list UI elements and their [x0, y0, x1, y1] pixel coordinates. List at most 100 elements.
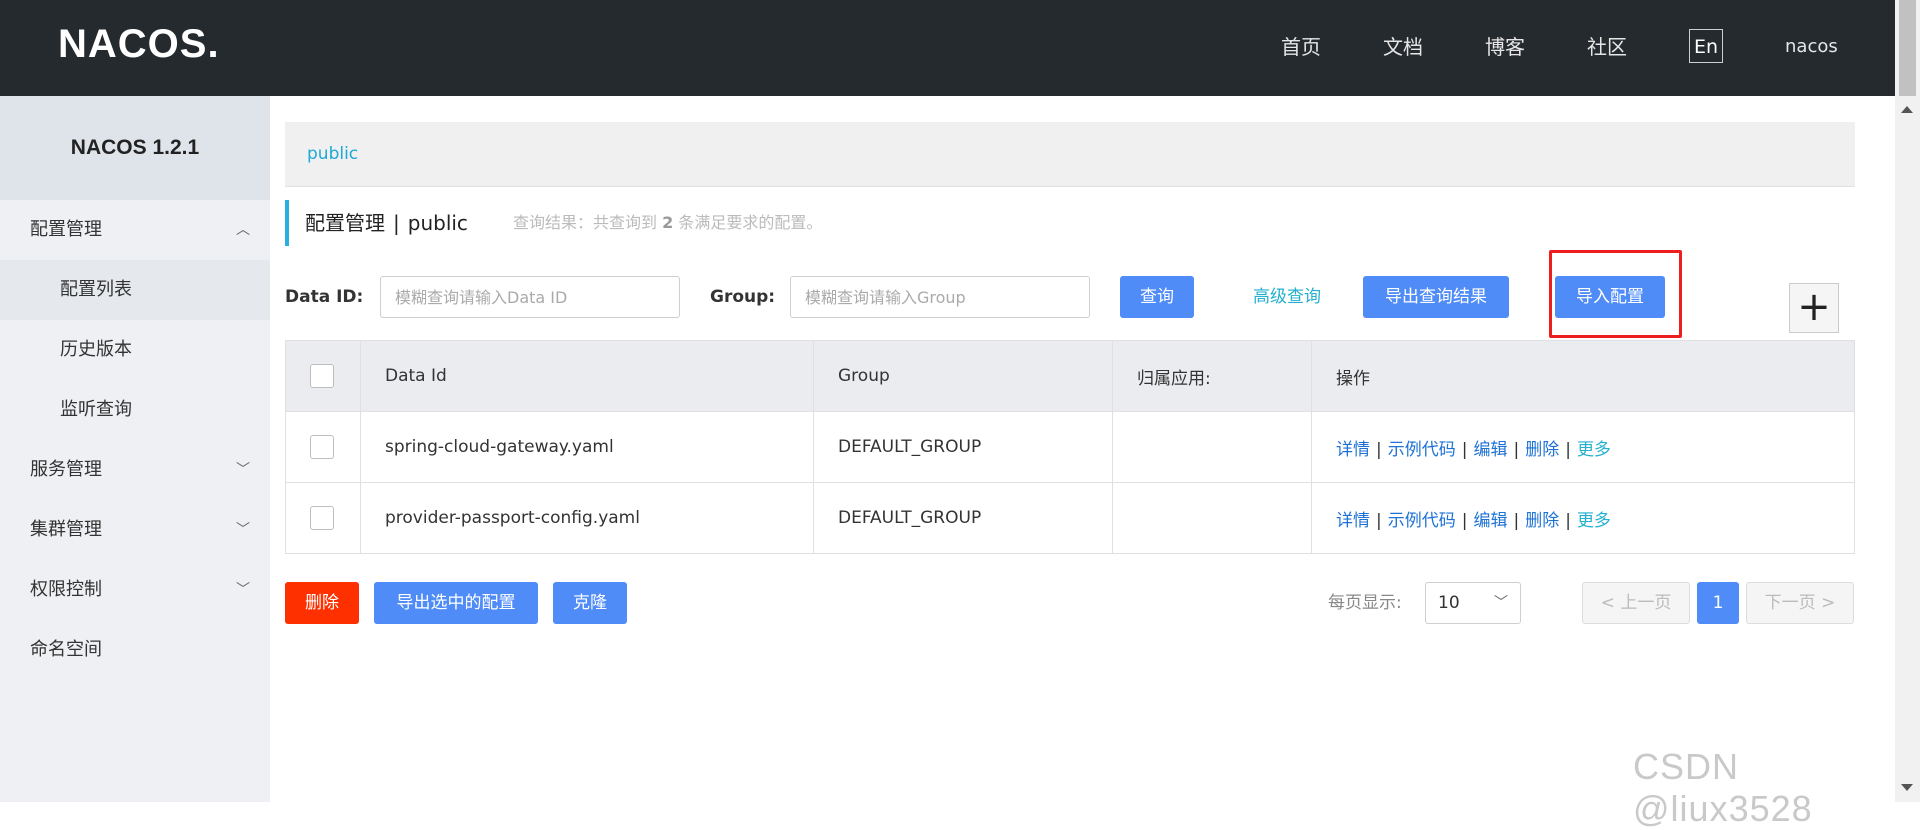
- menu-item-listener-query[interactable]: 监听查询: [0, 380, 270, 440]
- cell-app: [1112, 482, 1312, 554]
- header-checkbox-cell: [285, 340, 361, 412]
- op-separator: |: [1513, 439, 1520, 460]
- cell-operations: 详情 | 示例代码 | 编辑 | 删除 | 更多: [1311, 411, 1855, 483]
- chevron-down-icon: ﹀: [236, 462, 250, 478]
- op-delete-link[interactable]: 删除: [1525, 440, 1559, 460]
- namespace-bar: public: [285, 122, 1855, 187]
- chevron-down-icon: ﹀: [236, 522, 250, 538]
- menu-item-history[interactable]: 历史版本: [0, 320, 270, 380]
- chevron-left-icon: <: [1600, 593, 1615, 613]
- menu-group-label: 命名空间: [30, 639, 102, 660]
- column-header-app: 归属应用:: [1112, 340, 1312, 412]
- page-header: 配置管理 | public 查询结果：共查询到 2 条满足要求的配置。: [285, 200, 1589, 246]
- chevron-down-icon: ﹀: [1494, 595, 1508, 611]
- chevron-down-icon: ﹀: [236, 582, 250, 598]
- result-prefix: 查询结果：共查询到: [513, 213, 658, 232]
- page-size-label: 每页显示:: [1328, 593, 1402, 613]
- column-header-dataid: Data Id: [360, 340, 814, 412]
- menu-group-label: 服务管理: [30, 459, 102, 480]
- delete-selected-button[interactable]: 删除: [285, 582, 359, 624]
- sidebar-title: NACOS 1.2.1: [0, 96, 270, 200]
- row-checkbox[interactable]: [310, 506, 334, 530]
- op-separator: |: [1461, 439, 1468, 460]
- select-all-checkbox[interactable]: [310, 364, 334, 388]
- cell-app: [1112, 411, 1312, 483]
- scrollbar-thumb[interactable]: [1899, 0, 1916, 96]
- menu-group-access-control[interactable]: 权限控制 ﹀: [0, 560, 270, 620]
- nav-docs[interactable]: 文档: [1383, 30, 1423, 64]
- op-separator: |: [1513, 510, 1520, 531]
- menu-group-config-management[interactable]: 配置管理 ︿: [0, 200, 270, 260]
- menu-group-label: 权限控制: [30, 579, 102, 600]
- current-page-button[interactable]: 1: [1697, 582, 1739, 624]
- op-sample-code-link[interactable]: 示例代码: [1388, 511, 1456, 531]
- import-button-highlight: [1549, 250, 1682, 338]
- row-checkbox-cell: [285, 482, 361, 554]
- next-page-label: 下一页: [1764, 593, 1816, 613]
- user-name[interactable]: nacos: [1785, 30, 1838, 64]
- nav-home[interactable]: 首页: [1281, 30, 1321, 64]
- cell-group: DEFAULT_GROUP: [813, 411, 1113, 483]
- menu-group-label: 集群管理: [30, 519, 102, 540]
- menu-group-label: 配置管理: [30, 219, 102, 240]
- csdn-watermark: CSDN @liux3528: [1633, 746, 1813, 829]
- add-config-button[interactable]: +: [1789, 283, 1839, 333]
- language-toggle-button[interactable]: En: [1689, 29, 1723, 63]
- group-label: Group:: [710, 287, 776, 307]
- chevron-right-icon: >: [1821, 593, 1836, 613]
- title-separator: |: [393, 211, 400, 235]
- op-separator: |: [1461, 510, 1468, 531]
- next-page-button[interactable]: 下一页 >: [1746, 582, 1854, 624]
- nacos-logo[interactable]: NACOS.: [58, 22, 220, 66]
- column-header-group: Group: [813, 340, 1113, 412]
- window-scrollbar[interactable]: [1895, 0, 1920, 802]
- top-navbar: NACOS. 首页 文档 博客 社区 En nacos: [0, 0, 1895, 96]
- chevron-up-icon: ︿: [236, 222, 250, 238]
- op-separator: |: [1376, 439, 1382, 460]
- prev-page-label: 上一页: [1620, 593, 1672, 613]
- query-button[interactable]: 查询: [1120, 276, 1194, 318]
- export-selected-button[interactable]: 导出选中的配置: [374, 582, 538, 624]
- menu-item-config-list[interactable]: 配置列表: [0, 260, 270, 320]
- menu-group-cluster-management[interactable]: 集群管理 ﹀: [0, 500, 270, 560]
- page-size-value: 10: [1438, 593, 1460, 613]
- dataid-search-input[interactable]: [380, 276, 680, 318]
- dataid-label: Data ID:: [285, 287, 364, 307]
- cell-operations: 详情 | 示例代码 | 编辑 | 删除 | 更多: [1311, 482, 1855, 554]
- nav-community[interactable]: 社区: [1587, 30, 1627, 64]
- page-title: 配置管理 | public: [305, 200, 468, 246]
- prev-page-button[interactable]: < 上一页: [1582, 582, 1690, 624]
- result-count: 2: [662, 213, 674, 232]
- menu-item-namespace[interactable]: 命名空间: [0, 620, 270, 680]
- op-sample-code-link[interactable]: 示例代码: [1388, 440, 1456, 460]
- page-size-select[interactable]: 10 ﹀: [1425, 582, 1521, 624]
- export-query-result-button[interactable]: 导出查询结果: [1363, 276, 1509, 318]
- menu-group-service-management[interactable]: 服务管理 ﹀: [0, 440, 270, 500]
- cell-dataid: spring-cloud-gateway.yaml: [360, 411, 814, 483]
- scroll-up-arrow-icon[interactable]: [1901, 106, 1913, 113]
- group-search-input[interactable]: [790, 276, 1090, 318]
- row-checkbox-cell: [285, 411, 361, 483]
- result-suffix: 条满足要求的配置。: [678, 213, 823, 232]
- op-separator: |: [1376, 510, 1382, 531]
- table-row: spring-cloud-gateway.yaml DEFAULT_GROUP …: [285, 411, 1855, 483]
- op-detail-link[interactable]: 详情: [1336, 511, 1370, 531]
- op-separator: |: [1565, 510, 1571, 531]
- op-more-link[interactable]: 更多: [1577, 440, 1611, 460]
- cell-dataid: provider-passport-config.yaml: [360, 482, 814, 554]
- op-separator: |: [1565, 439, 1571, 460]
- page-title-text: 配置管理: [305, 211, 385, 235]
- op-delete-link[interactable]: 删除: [1525, 511, 1559, 531]
- row-checkbox[interactable]: [310, 435, 334, 459]
- op-edit-link[interactable]: 编辑: [1473, 440, 1507, 460]
- column-header-operations: 操作: [1311, 340, 1855, 412]
- op-edit-link[interactable]: 编辑: [1473, 511, 1507, 531]
- op-detail-link[interactable]: 详情: [1336, 440, 1370, 460]
- nav-blog[interactable]: 博客: [1485, 30, 1525, 64]
- namespace-tab-public[interactable]: public: [307, 122, 358, 186]
- table-row: provider-passport-config.yaml DEFAULT_GR…: [285, 482, 1855, 554]
- cell-group: DEFAULT_GROUP: [813, 482, 1113, 554]
- op-more-link[interactable]: 更多: [1577, 511, 1611, 531]
- clone-button[interactable]: 克隆: [553, 582, 627, 624]
- advanced-query-link[interactable]: 高级查询: [1253, 276, 1321, 318]
